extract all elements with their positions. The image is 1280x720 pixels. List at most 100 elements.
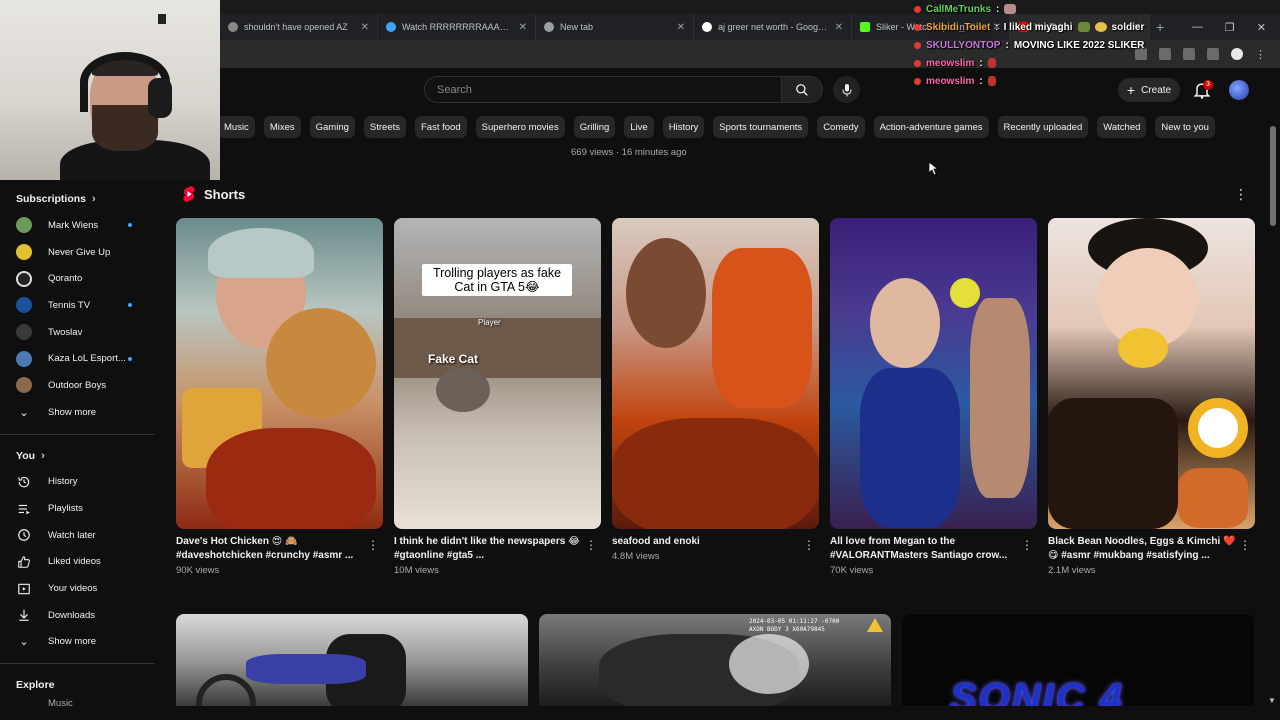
video-caption: Trolling players as fake Cat in GTA 5😂 [422,264,572,296]
shorts-more-options-icon[interactable]: ⋮ [1234,186,1248,203]
subscription-item[interactable]: Qoranto [0,265,155,292]
thumbnail-art [712,248,812,408]
chip-watched[interactable]: Watched [1097,116,1147,138]
tab-favicon-icon [702,22,712,32]
chip-superhero-movies[interactable]: Superhero movies [475,116,565,138]
short-thumbnail[interactable] [1048,218,1255,529]
chevron-right-icon: › [41,449,45,462]
short-title[interactable]: I think he didn't like the newspapers 😂 … [394,535,601,563]
you-heading[interactable]: You › [0,443,155,469]
chip-mixes[interactable]: Mixes [263,116,301,138]
short-title[interactable]: seafood and enoki [612,535,819,549]
short-title[interactable]: All love from Megan to the #VALORANTMast… [830,535,1037,563]
video-thumbnail[interactable]: 2024-03-05 01:11:27 -0700 AXON BODY 3 X60… [539,614,891,706]
subscription-item[interactable]: Never Give Up [0,239,155,266]
profile-icon[interactable] [1231,48,1243,60]
chip-sports-tournaments[interactable]: Sports tournaments [713,116,809,138]
search-button[interactable] [781,76,823,103]
chip-action-adventure-games[interactable]: Action-adventure games [873,116,989,138]
tab-close-icon[interactable]: ✕ [519,22,527,33]
browser-tab[interactable]: aj greer net worth - Google Sea ✕ [694,14,852,40]
short-thumbnail[interactable] [612,218,819,529]
subscription-item[interactable]: Twoslav [0,319,155,346]
tab-favicon-icon [544,22,554,32]
short-card[interactable]: seafood and enoki 4.8M views ⋮ [612,218,819,588]
short-card[interactable]: Black Bean Noodles, Eggs & Kimchi ❤️ 😋 #… [1048,218,1255,588]
more-options-icon[interactable]: ⋮ [1021,538,1033,552]
scroll-down-arrow-icon[interactable]: ▼ [1268,696,1276,705]
watch-later-icon [18,529,30,542]
close-window-button[interactable]: ✕ [1257,21,1266,34]
chip-recently-uploaded[interactable]: Recently uploaded [997,116,1089,138]
browser-menu-icon[interactable]: ⋮ [1255,48,1266,61]
video-thumbnail[interactable] [176,614,528,706]
chat-emote-icon [1094,22,1107,32]
tab-favicon-icon [228,22,238,32]
short-thumbnail[interactable] [176,218,383,529]
sidebar-item-your-videos[interactable]: Your videos [0,575,155,602]
microphone-icon [842,83,851,96]
thumbnail-art [208,228,314,278]
sidebar-item-watch-later[interactable]: Watch later [0,522,155,549]
sidebar-item-liked-videos[interactable]: Liked videos [0,549,155,576]
chat-emote-icon [1077,22,1090,32]
short-thumbnail[interactable] [830,218,1037,529]
chevron-right-icon: › [92,193,96,205]
chip-music[interactable]: Music [218,116,255,138]
sidebar-item-downloads[interactable]: Downloads [0,602,155,629]
account-avatar[interactable] [1229,80,1249,100]
search-box [424,76,782,103]
sidebar-item-playlists[interactable]: Playlists [0,495,155,522]
chip-live[interactable]: Live [624,116,654,138]
chip-streets[interactable]: Streets [363,116,406,138]
subscription-item[interactable]: Mark Wiens [0,212,155,239]
chip-grilling[interactable]: Grilling [573,116,616,138]
channel-avatar [16,324,32,341]
tab-close-icon[interactable]: ✕ [835,22,843,33]
short-card[interactable]: Dave's Hot Chicken 😍 🙈 #daveshotchicken … [176,218,383,588]
subscription-item[interactable]: Tennis TV [0,292,155,319]
more-options-icon[interactable]: ⋮ [367,538,379,552]
history-icon [18,476,30,488]
voice-search-button[interactable] [833,76,860,103]
maximize-button[interactable]: ❐ [1225,21,1235,34]
search-input[interactable] [437,83,781,96]
show-more-subscriptions[interactable]: ⌄ Show more [0,399,155,426]
subscription-item[interactable]: Kaza LoL Esport... [0,345,155,372]
sidebar-item-history[interactable]: History [0,469,155,496]
more-options-icon[interactable]: ⋮ [1239,538,1251,552]
new-content-dot [128,223,132,228]
more-options-icon[interactable]: ⋮ [585,538,597,552]
short-views: 10M views [394,565,439,576]
browser-tab[interactable]: shouldn't have opened AZ ✕ [220,14,378,40]
thumbnail-art [970,298,1030,498]
short-card[interactable]: All love from Megan to the #VALORANTMast… [830,218,1037,588]
tab-close-icon[interactable]: ✕ [677,22,685,33]
chip-fast-food[interactable]: Fast food [415,116,467,138]
webcam-overlay [0,0,220,180]
page-scrollbar[interactable] [1270,126,1276,226]
video-thumbnail[interactable]: SONIC 4 [902,614,1254,706]
chip-comedy[interactable]: Comedy [817,116,865,138]
subscription-item[interactable]: Outdoor Boys [0,372,155,399]
browser-tab[interactable]: New tab ✕ [536,14,694,40]
browser-tab[interactable]: Watch RRRRRRRRAAAAAAAT ✕ [378,14,536,40]
tab-favicon-icon [386,22,396,32]
channel-avatar [16,217,32,234]
chip-history[interactable]: History [662,116,705,138]
show-more-you[interactable]: ⌄ Show more [0,629,155,656]
chip-gaming[interactable]: Gaming [309,116,355,138]
short-thumbnail[interactable]: Trolling players as fake Cat in GTA 5😂 P… [394,218,601,529]
short-title[interactable]: Dave's Hot Chicken 😍 🙈 #daveshotchicken … [176,535,383,563]
channel-avatar [16,270,32,287]
sidebar-item-music[interactable]: Music [0,698,155,712]
subscriptions-heading[interactable]: Subscriptions › [0,186,155,212]
sidebar: Subscriptions › Mark Wiens Never Give Up… [0,180,155,720]
short-title[interactable]: Black Bean Noodles, Eggs & Kimchi ❤️ 😋 #… [1048,535,1255,563]
short-card[interactable]: Trolling players as fake Cat in GTA 5😂 P… [394,218,601,588]
liked-videos-icon [18,556,30,568]
more-options-icon[interactable]: ⋮ [803,538,815,552]
tab-close-icon[interactable]: ✕ [361,22,369,33]
shorts-heading: Shorts [182,186,245,202]
chip-new-to-you[interactable]: New to you [1155,116,1215,138]
